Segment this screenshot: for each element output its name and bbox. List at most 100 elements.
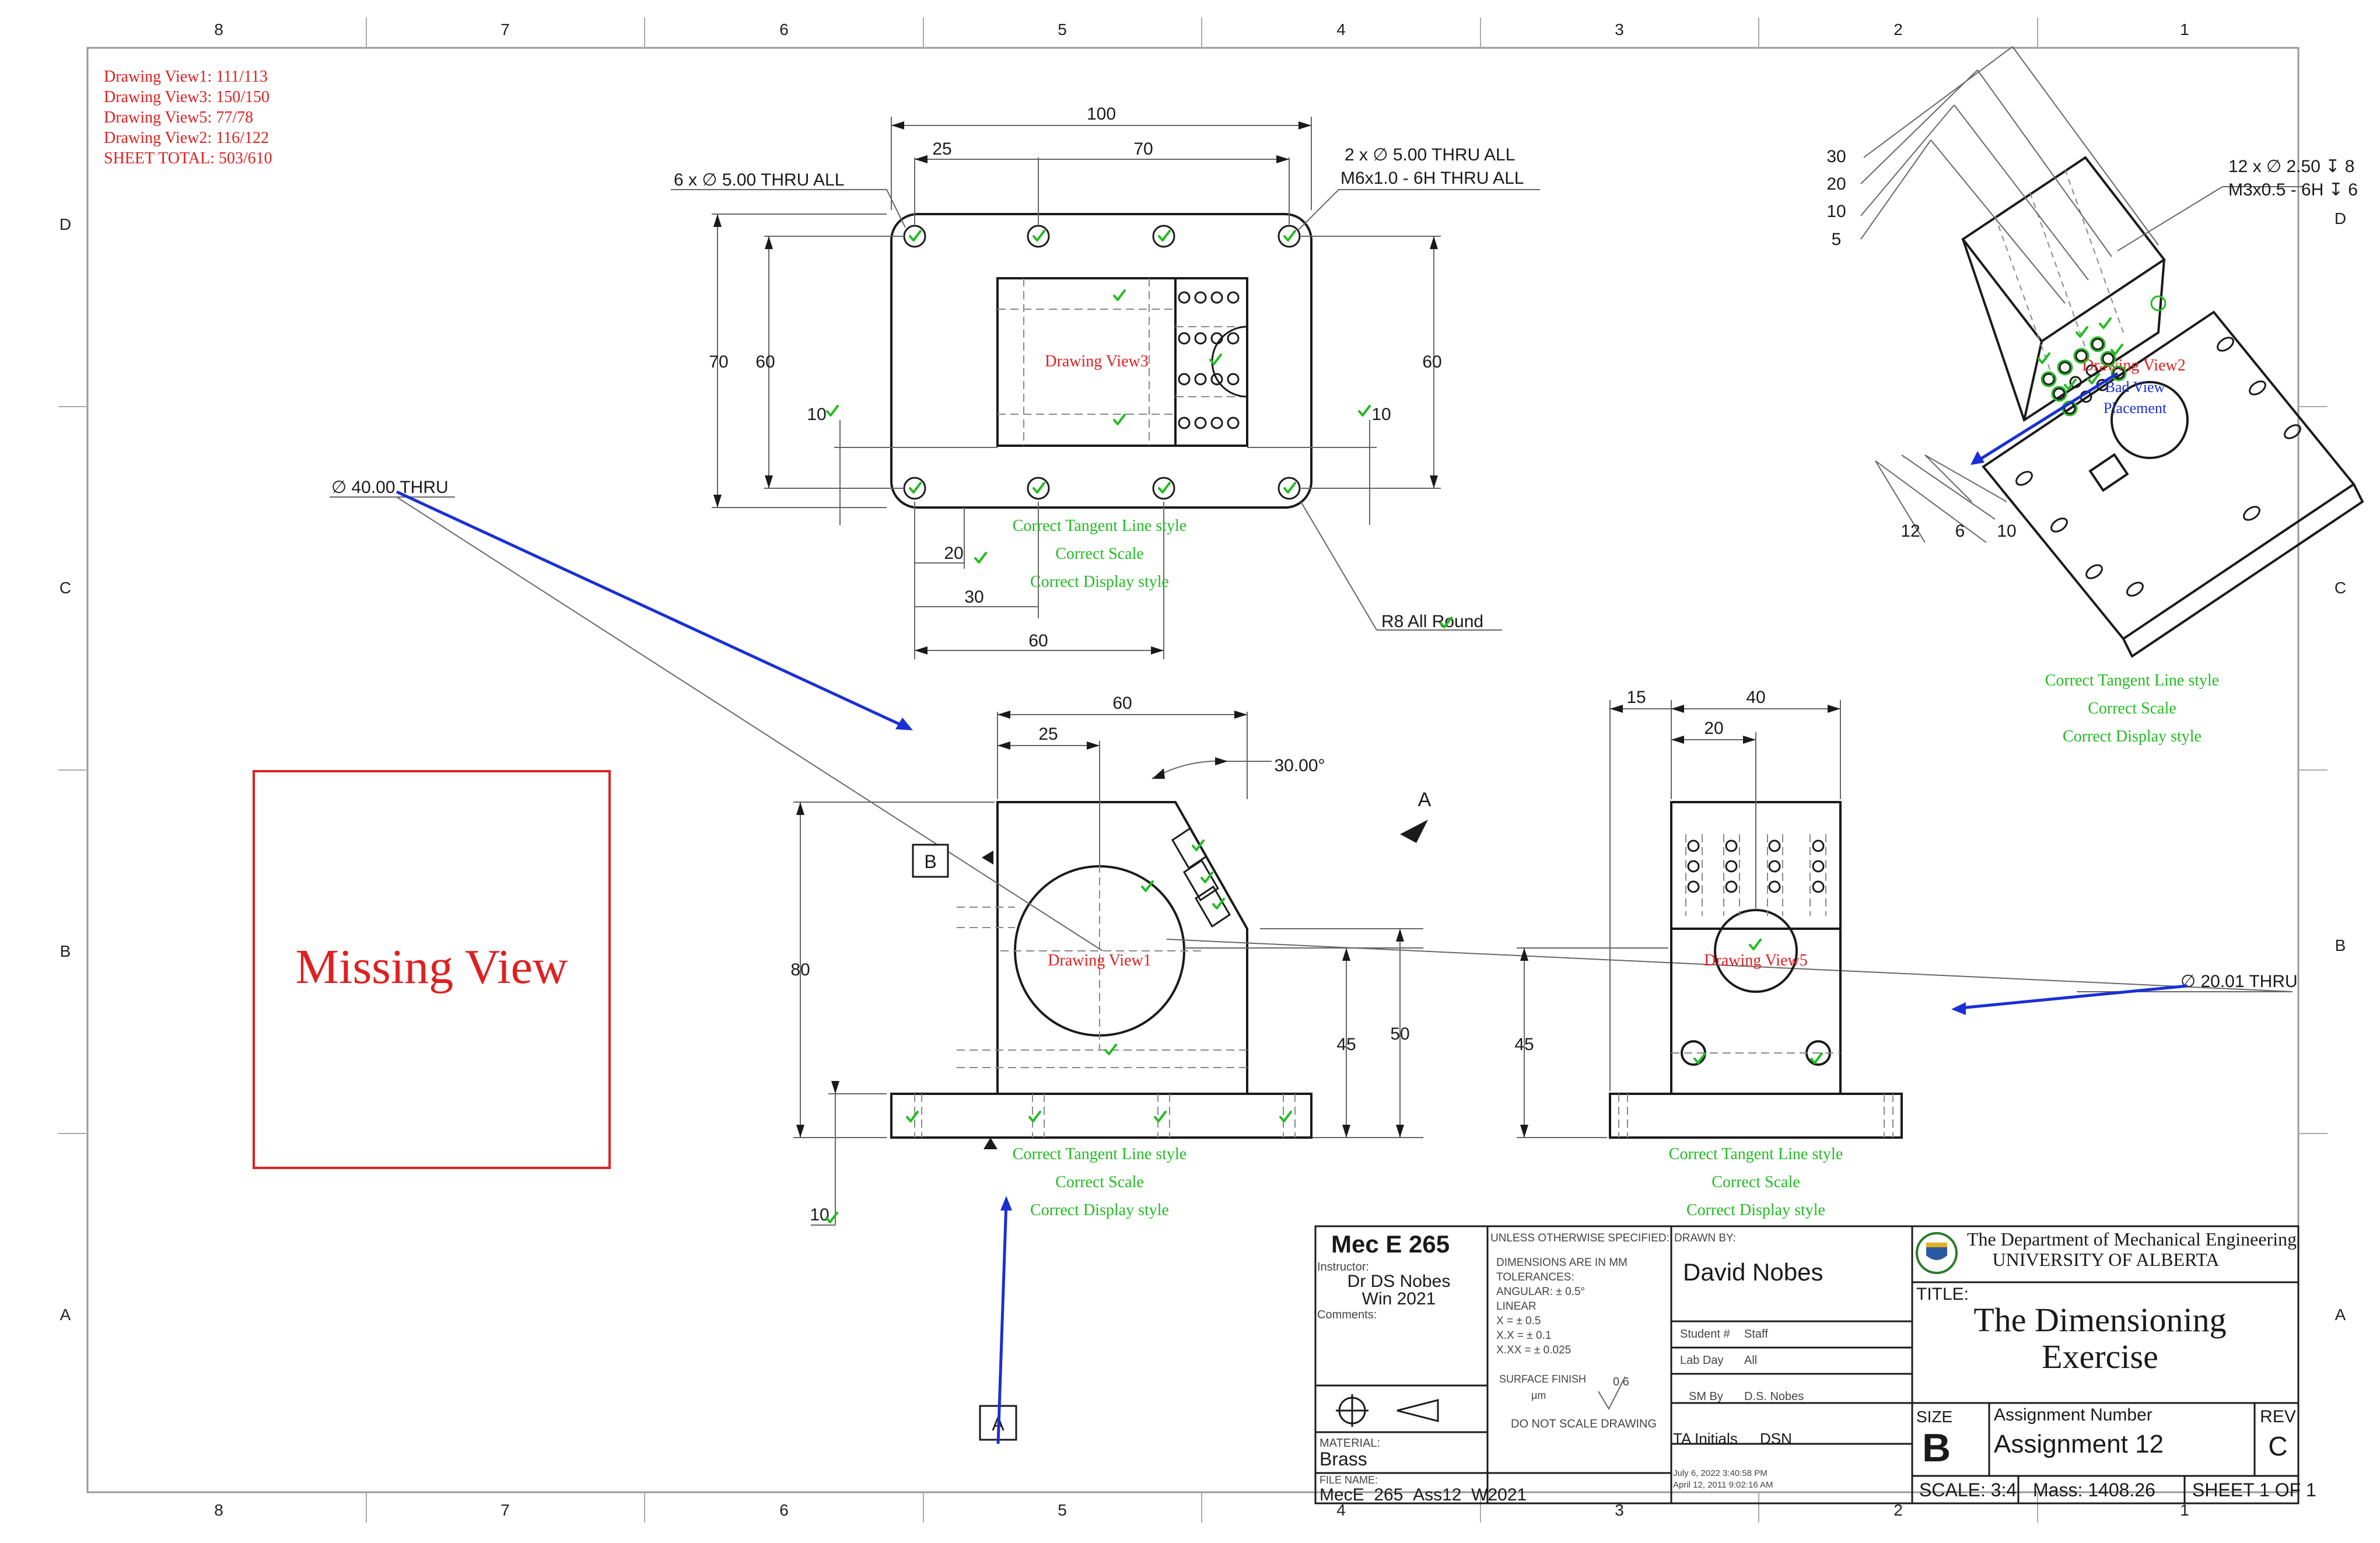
tol-line: DIMENSIONS ARE IN MM [1496, 1257, 1628, 1269]
view1-label: Drawing View1 [1048, 951, 1151, 970]
dim-top-v70: 70 [709, 352, 728, 372]
dim-top-v60: 60 [755, 352, 775, 372]
feedback-tangent: Correct Tangent Line style [1013, 517, 1186, 535]
title-label: TITLE: [1916, 1285, 1969, 1304]
dim-side-20: 20 [1704, 719, 1723, 738]
material-value: Brass [1320, 1448, 1367, 1469]
sm-by-label: SM By [1689, 1390, 1723, 1403]
feedback-tangent: Correct Tangent Line style [2045, 671, 2219, 690]
dim-side-40: 40 [1746, 688, 1765, 707]
zone-row-right: A [2335, 1306, 2346, 1324]
size-label: SIZE [1916, 1408, 1952, 1426]
note-iso-holes-2: M3x0.5 - 6H ↧ 6 [2228, 180, 2358, 200]
feedback-scale: Correct Scale [1055, 1173, 1144, 1191]
lab-day-label: Lab Day [1680, 1354, 1724, 1367]
feedback-display: Correct Display style [1686, 1201, 1825, 1219]
file-name-value: MecE_265_Ass12_W2021 [1320, 1485, 1527, 1504]
note-fillet: R8 All Round [1381, 612, 1483, 631]
feedback-scale: Correct Scale [1712, 1173, 1800, 1191]
view2-feedback: Correct Tangent Line style Correct Scale… [2045, 671, 2219, 746]
mass-value: Mass: 1408.26 [2033, 1479, 2155, 1500]
grade-view2: Drawing View2: 116/122 [104, 129, 269, 147]
tol-line: X.X = ± 0.1 [1496, 1329, 1551, 1342]
university-crest-icon [1916, 1232, 1958, 1274]
sm-by-value: D.S. Nobes [1744, 1390, 1804, 1403]
date-1: July 6, 2022 3:40:58 PM [1673, 1468, 1768, 1478]
note-tapped-2: M6x1.0 - 6H THRU ALL [1340, 169, 1524, 188]
course-name: Mec E 265 [1331, 1230, 1450, 1258]
dim-iso-5: 5 [1832, 230, 1842, 249]
material-label: MATERIAL: [1320, 1437, 1380, 1450]
dim-iso-20: 20 [1826, 174, 1846, 194]
department-line-1: The Department of Mechanical Engineering [1967, 1229, 2297, 1250]
instructor-name: Dr DS Nobes [1348, 1272, 1451, 1291]
zone-col-bottom: 6 [779, 1501, 789, 1519]
zone-labels: 8 7 6 5 4 3 2 1 8 7 6 5 4 3 2 1 D C B A … [60, 20, 2346, 1519]
zone-col-top: 8 [214, 20, 223, 39]
dim-iso-12: 12 [1901, 522, 1920, 541]
drawing-title-2: Exercise [2042, 1338, 2158, 1376]
note-side-bore: ∅ 20.01 THRU [2180, 972, 2298, 991]
dim-front-60: 60 [1112, 694, 1132, 713]
feedback-display: Correct Display style [1030, 1201, 1169, 1219]
dim-top-v10l: 10 [807, 405, 826, 424]
date-2: April 12, 2011 9:02:16 AM [1673, 1480, 1773, 1490]
assignment-number-value: Assignment 12 [1994, 1430, 2164, 1458]
note-front-bore: ∅ 40.00 THRU [331, 478, 449, 497]
front-view: 60 25 30.00° 80 45 50 10 ∅ 40.00 THRU B … [330, 478, 2293, 1441]
assignment-number-label: Assignment Number [1994, 1405, 2152, 1425]
surface-finish-label: SURFACE FINISH [1499, 1373, 1586, 1385]
rev-label: REV [2260, 1407, 2296, 1426]
top-view: 100 25 70 70 60 60 10 10 20 30 60 6 x ∅ … [671, 104, 1540, 659]
note-iso-holes-1: 12 x ∅ 2.50 ↧ 8 [2228, 157, 2354, 176]
dim-top-v10r: 10 [1371, 405, 1391, 424]
student-label: Student # [1680, 1328, 1731, 1341]
tol-line: TOLERANCES: [1496, 1271, 1574, 1283]
missing-view-box: Missing View [253, 770, 611, 1169]
view5-label: Drawing View5 [1704, 951, 1807, 970]
datum-b-label: B [924, 851, 936, 872]
do-not-scale: DO NOT SCALE DRAWING [1511, 1418, 1657, 1430]
drawing-canvas: 8 7 6 5 4 3 2 1 8 7 6 5 4 3 2 1 D C B A … [58, 18, 2364, 1523]
file-name-label: FILE NAME: [1320, 1474, 1378, 1486]
lab-day-value: All [1744, 1354, 1757, 1367]
drawing-title-1: The Dimensioning [1973, 1301, 2226, 1339]
zone-row-left: B [60, 942, 71, 960]
sheet-value: SHEET 1 OF 1 [2192, 1479, 2316, 1500]
zone-col-top: 1 [2180, 20, 2189, 39]
zone-row-right: B [2335, 936, 2346, 954]
section-arrow-a: A [1400, 789, 1432, 843]
dim-iso-30: 30 [1826, 147, 1846, 166]
tol-line: X = ± 0.5 [1496, 1315, 1541, 1327]
scale-value: SCALE: 3:4 [1919, 1479, 2017, 1500]
surface-finish-value: 0.6 [1613, 1376, 1629, 1388]
view5-feedback: Correct Tangent Line style Correct Scale… [1669, 1145, 1843, 1219]
zone-row-left: A [60, 1306, 71, 1324]
dim-front-50: 50 [1390, 1024, 1409, 1044]
feedback-display: Correct Display style [2063, 727, 2202, 746]
dim-iso-6: 6 [1955, 522, 1965, 541]
drawn-by-value: David Nobes [1683, 1258, 1823, 1286]
grader-checkmarks [825, 230, 2123, 1223]
title-block: Mec E 265 Instructor: Dr DS Nobes Win 20… [1314, 1225, 2316, 1504]
grade-view1: Drawing View1: 111/113 [104, 68, 268, 86]
bad-view-label-1: Bad View [2105, 379, 2165, 396]
dim-top-70: 70 [1133, 139, 1153, 159]
dim-iso-10b: 10 [1997, 522, 2016, 541]
iso-view: 30 20 10 5 12 6 10 12 x ∅ 2.50 ↧ 8 M3x0.… [1826, 46, 2364, 746]
zone-col-top: 2 [1894, 20, 1903, 39]
tol-line: X.XX = ± 0.025 [1496, 1344, 1571, 1356]
view2-label: Drawing View2 [2082, 356, 2185, 375]
size-value: B [1922, 1426, 1951, 1470]
tol-line: LINEAR [1496, 1300, 1536, 1313]
grader-arrowheads [895, 451, 1985, 1210]
dim-top-25: 25 [932, 139, 951, 159]
zone-col-bottom: 8 [214, 1501, 223, 1519]
zone-row-left: D [60, 215, 71, 233]
view1-feedback: Correct Tangent Line style Correct Scale… [1013, 1145, 1186, 1219]
datum-b: B [912, 844, 949, 878]
feedback-scale: Correct Scale [1055, 545, 1144, 563]
dim-iso-10: 10 [1826, 202, 1846, 221]
student-value: Staff [1744, 1328, 1768, 1341]
note-tapped-1: 2 x ∅ 5.00 THRU ALL [1345, 145, 1515, 165]
